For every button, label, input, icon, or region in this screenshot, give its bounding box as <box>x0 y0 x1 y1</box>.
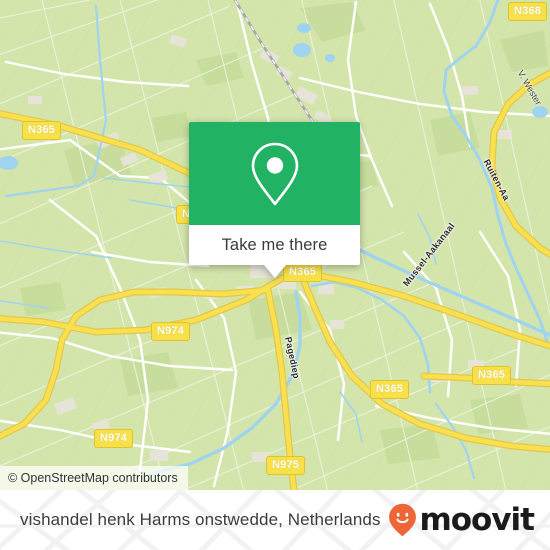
callout-action-bar[interactable]: Take me there <box>189 225 360 278</box>
destination-callout[interactable]: Take me there <box>189 122 360 278</box>
place-title: vishandel henk Harms onstwedde, Netherla… <box>20 510 381 529</box>
callout-header <box>189 122 360 225</box>
take-me-there-label: Take me there <box>221 235 328 254</box>
road-shield: N975 <box>266 456 306 475</box>
footer-bar: vishandel henk Harms onstwedde, Netherla… <box>0 490 550 550</box>
callout-pointer-tail <box>263 265 286 278</box>
road-shield: N365 <box>370 380 410 399</box>
road-shield: N365 <box>22 121 62 140</box>
moovit-smiley-pin-icon <box>389 503 417 537</box>
moovit-wordmark: moovit <box>419 501 535 538</box>
road-shield: N368 <box>508 2 548 21</box>
osm-attribution: © OpenStreetMap contributors <box>0 466 188 490</box>
map-share-card: N368 N365 N365 N365 N974 N365 N365 N974 … <box>0 0 550 550</box>
road-shield: N974 <box>94 429 134 448</box>
road-shield: N974 <box>151 322 191 341</box>
moovit-brand: moovit <box>388 501 535 538</box>
road-shield: N365 <box>472 366 512 385</box>
road-shield: N365 <box>283 263 323 282</box>
map-pin-icon <box>251 142 298 205</box>
map-canvas[interactable]: N368 N365 N365 N365 N974 N365 N365 N974 … <box>0 0 550 490</box>
